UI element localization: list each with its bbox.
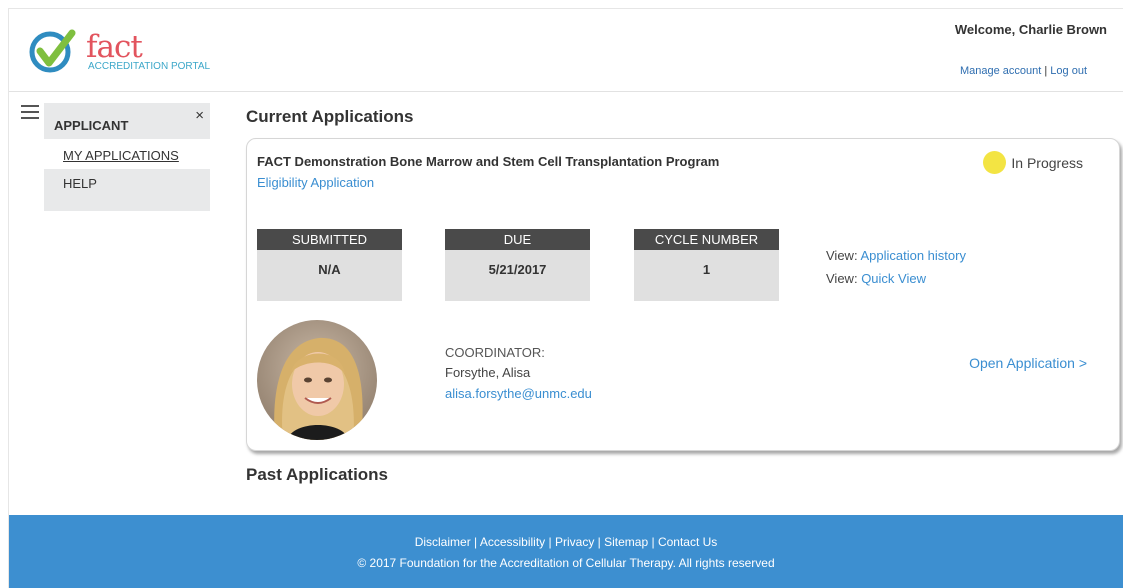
manage-account-link[interactable]: Manage account <box>960 65 1041 77</box>
menu-item-help[interactable]: HELP <box>63 176 97 191</box>
footer-links: Disclaimer | Accessibility | Privacy | S… <box>9 535 1123 549</box>
fact-logo[interactable]: fact ACCREDITATION PORTAL <box>28 27 211 77</box>
program-name: FACT Demonstration Bone Marrow and Stem … <box>257 154 720 169</box>
status-badge: In Progress <box>983 151 1083 174</box>
cycle-number-label: CYCLE NUMBER <box>634 229 779 250</box>
submitted-value: N/A <box>318 262 341 277</box>
coordinator-email-link[interactable]: alisa.forsythe@unmc.edu <box>445 386 592 401</box>
due-label: DUE <box>445 229 590 250</box>
current-applications-title: Current Applications <box>246 107 414 126</box>
submitted-label: SUBMITTED <box>257 229 402 250</box>
due-value: 5/21/2017 <box>488 262 547 277</box>
account-links: Manage account | Log out <box>960 65 1087 77</box>
menu-item-my-applications[interactable]: MY APPLICATIONS <box>63 148 179 163</box>
footer-link-disclaimer[interactable]: Disclaimer <box>415 535 471 549</box>
view-history-line: View: Application history <box>826 248 966 263</box>
footer-separator: | <box>648 535 658 549</box>
coordinator-name: Forsythe, Alisa <box>445 365 531 380</box>
quick-view-link[interactable]: Quick View <box>861 271 926 286</box>
footer: Disclaimer | Accessibility | Privacy | S… <box>9 515 1123 588</box>
footer-separator: | <box>594 535 605 549</box>
footer-link-contact-us[interactable]: Contact Us <box>658 535 717 549</box>
view-prefix: View: <box>826 248 858 263</box>
cycle-number-value: 1 <box>702 262 711 277</box>
application-card: FACT Demonstration Bone Marrow and Stem … <box>246 138 1120 451</box>
coordinator-label: COORDINATOR: <box>445 345 545 360</box>
copyright-text: © 2017 Foundation for the Accreditation … <box>357 556 775 570</box>
status-dot-icon <box>983 151 1007 174</box>
footer-link-accessibility[interactable]: Accessibility <box>480 535 545 549</box>
past-applications-title: Past Applications <box>246 465 389 484</box>
menu-role-heading: APPLICANT <box>54 118 129 133</box>
application-history-link[interactable]: Application history <box>860 248 966 263</box>
due-box: DUE 5/21/2017 <box>445 229 590 301</box>
view-quick-line: View: Quick View <box>826 271 926 286</box>
footer-link-sitemap[interactable]: Sitemap <box>604 535 648 549</box>
view-prefix: View: <box>826 271 858 286</box>
close-menu-icon[interactable]: × <box>195 107 204 124</box>
coordinator-photo <box>257 320 377 440</box>
header: fact ACCREDITATION PORTAL Welcome, Charl… <box>9 9 1123 92</box>
logo-subtitle: ACCREDITATION PORTAL <box>88 61 211 72</box>
hamburger-menu-icon[interactable] <box>21 104 39 120</box>
coordinator-avatar <box>257 320 377 440</box>
footer-separator: | <box>470 535 480 549</box>
open-application-link[interactable]: Open Application > <box>969 355 1087 371</box>
welcome-message: Welcome, Charlie Brown <box>954 22 1107 37</box>
log-out-link[interactable]: Log out <box>1050 65 1087 77</box>
logo-wordmark: fact <box>86 29 143 65</box>
side-menu: × APPLICANT MY APPLICATIONS HELP <box>44 103 210 211</box>
account-link-separator: | <box>1044 65 1048 77</box>
footer-link-privacy[interactable]: Privacy <box>555 535 594 549</box>
submitted-box: SUBMITTED N/A <box>257 229 402 301</box>
footer-separator: | <box>545 535 555 549</box>
application-type-link[interactable]: Eligibility Application <box>257 175 374 190</box>
status-text: In Progress <box>1011 154 1083 171</box>
window-frame-left <box>8 8 9 588</box>
cycle-number-box: CYCLE NUMBER 1 <box>634 229 779 301</box>
checkmark-logo-icon <box>29 29 76 73</box>
